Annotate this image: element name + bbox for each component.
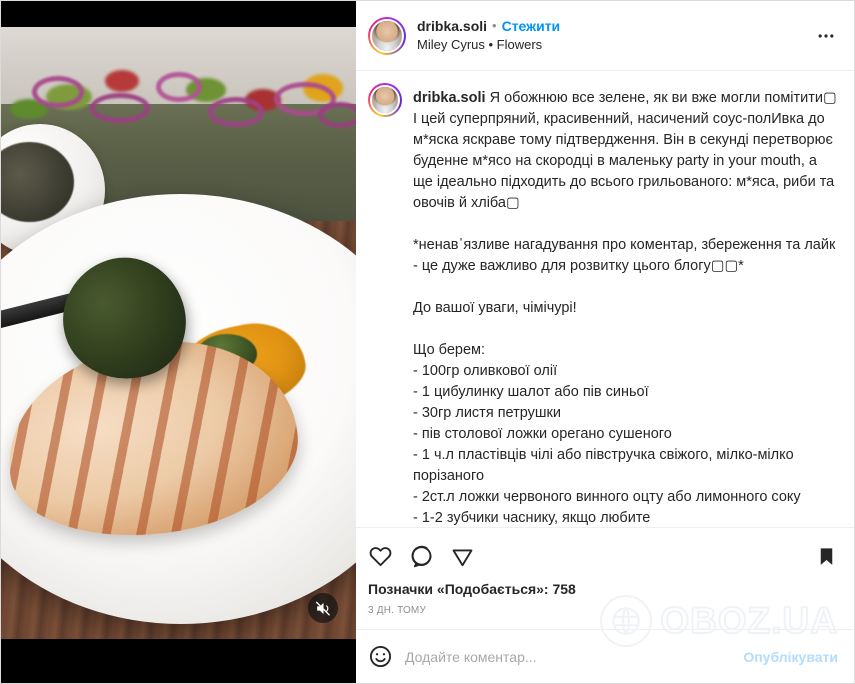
caption-username[interactable]: dribka.soli <box>413 90 486 106</box>
comment-bubble-icon[interactable] <box>409 544 434 569</box>
publish-comment-button[interactable]: Опублікувати <box>743 649 838 665</box>
username-separator: • <box>492 17 497 33</box>
speaker-muted-icon[interactable] <box>308 593 338 623</box>
post-media[interactable] <box>1 1 356 683</box>
more-horizontal-icon[interactable] <box>812 22 840 50</box>
caption-row: dribka.soli Я обожнюю все зелене, як ви … <box>368 83 838 527</box>
instagram-post: dribka.soli • Стежити Miley Cyrus • Flow… <box>0 0 855 684</box>
caption-text-block: dribka.soli Я обожнюю все зелене, як ви … <box>413 83 838 527</box>
media-video-frame <box>1 26 356 641</box>
comment-input[interactable] <box>405 648 732 665</box>
avatar[interactable] <box>368 16 406 55</box>
post-header: dribka.soli • Стежити Miley Cyrus • Flow… <box>356 1 854 71</box>
audio-track-label[interactable]: Miley Cyrus • Flowers <box>417 37 801 54</box>
post-username[interactable]: dribka.soli <box>417 17 487 35</box>
caption-avatar[interactable] <box>368 83 402 117</box>
post-sidebar: dribka.soli • Стежити Miley Cyrus • Flow… <box>356 1 854 683</box>
media-letterbox-bottom <box>1 639 356 683</box>
post-caption-area[interactable]: dribka.soli Я обожнюю все зелене, як ви … <box>356 71 854 527</box>
post-timestamp: 3 дн. тому <box>368 605 427 616</box>
bookmark-icon[interactable] <box>815 545 838 568</box>
emoji-smiley-icon[interactable] <box>368 644 393 669</box>
follow-button[interactable]: Стежити <box>502 17 561 35</box>
media-letterbox-top <box>1 1 356 27</box>
caption-body: Я обожнюю все зелене, як ви вже могли по… <box>413 90 837 526</box>
post-header-text: dribka.soli • Стежити Miley Cyrus • Flow… <box>417 17 801 54</box>
likes-count-label[interactable]: Позначки «Подобається»: 758 <box>368 581 838 597</box>
post-actions: Позначки «Подобається»: 758 3 дн. тому <box>356 527 854 629</box>
heart-icon[interactable] <box>368 544 393 569</box>
comment-composer: Опублікувати <box>356 629 854 683</box>
share-paperplane-icon[interactable] <box>450 544 475 569</box>
